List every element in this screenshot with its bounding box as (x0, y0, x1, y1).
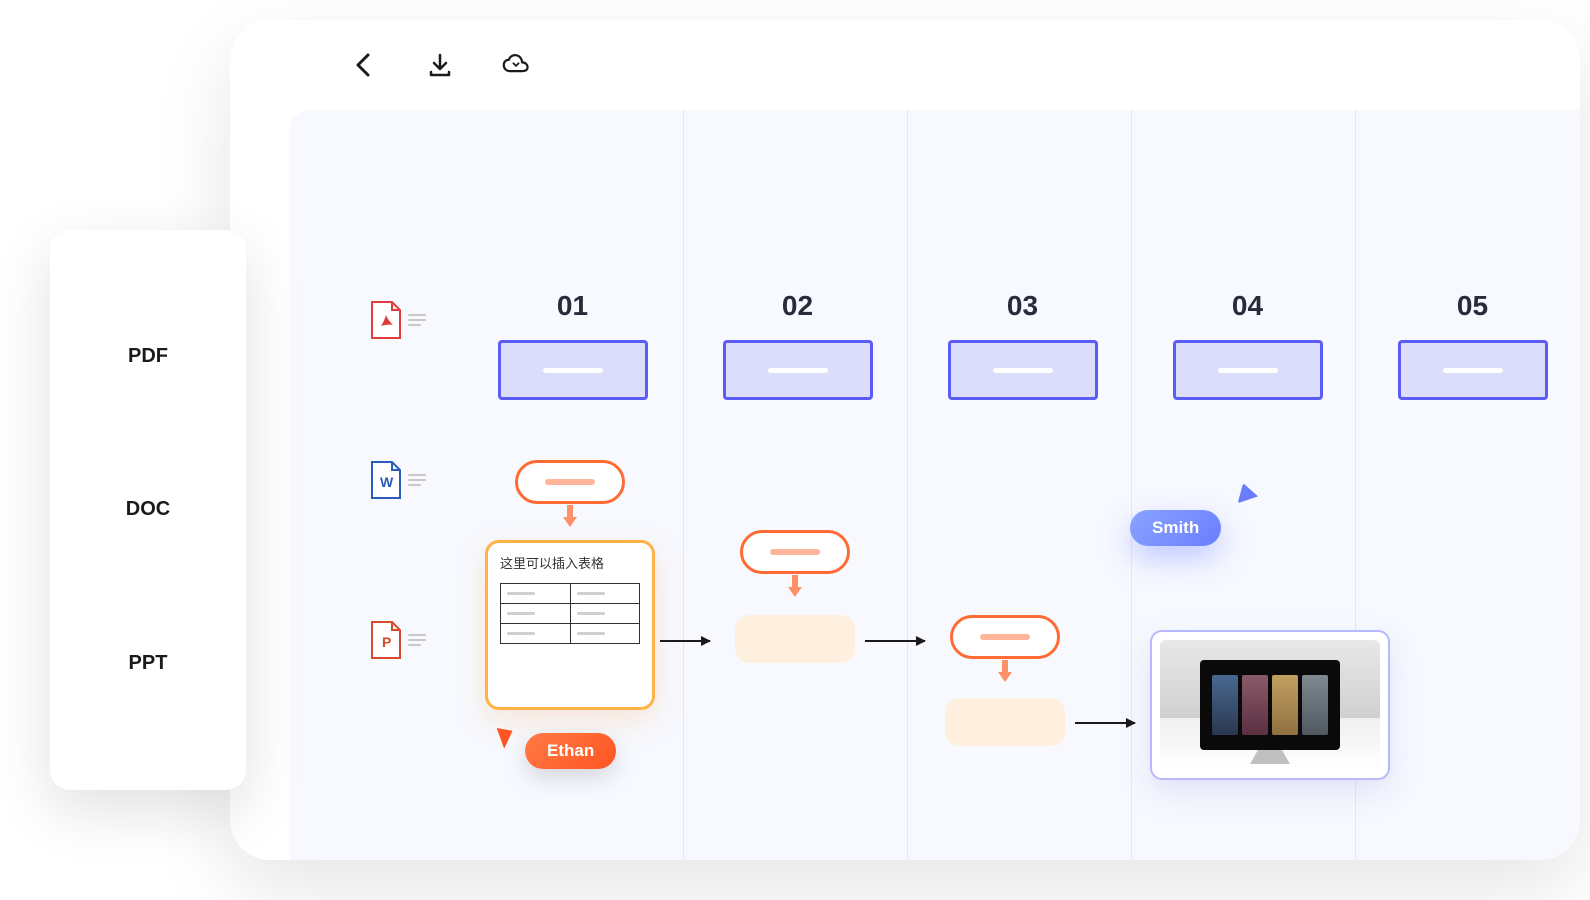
back-button[interactable] (350, 51, 378, 79)
column-header-05: 05 (1360, 290, 1580, 400)
column-header-03: 03 (910, 290, 1135, 400)
file-type-icons: W P (370, 300, 426, 660)
column-box[interactable] (948, 340, 1098, 400)
column-number: 03 (910, 290, 1135, 322)
mini-table (500, 583, 640, 644)
cursor-icon (1238, 483, 1261, 508)
arrow-icon (1075, 722, 1135, 724)
svg-text:W: W (380, 474, 394, 490)
arrow-down-icon (998, 660, 1012, 682)
flow-soft-node[interactable] (735, 615, 855, 663)
doc-file-icon: W (370, 460, 426, 500)
column-box[interactable] (723, 340, 873, 400)
main-canvas-window: W P 01 (230, 20, 1580, 860)
sidebar-item-ppt[interactable]: PPT (129, 652, 168, 675)
column-number: 01 (460, 290, 685, 322)
column-box[interactable] (498, 340, 648, 400)
flow-pill-node[interactable] (515, 460, 625, 504)
export-format-sidebar: PDF DOC PPT (50, 230, 246, 790)
pdf-file-icon (370, 300, 426, 340)
sidebar-item-doc[interactable]: DOC (126, 498, 170, 521)
svg-text:P: P (382, 634, 391, 650)
toolbar (230, 20, 1580, 110)
column-header-01: 01 (460, 290, 685, 400)
diagram-canvas[interactable]: W P 01 (290, 110, 1580, 860)
download-button[interactable] (426, 51, 454, 79)
column-number: 05 (1360, 290, 1580, 322)
flow-pill-node[interactable] (950, 615, 1060, 659)
column-header-02: 02 (685, 290, 910, 400)
column-number: 02 (685, 290, 910, 322)
flow-pill-node[interactable] (740, 530, 850, 574)
column-box[interactable] (1398, 340, 1548, 400)
user-badge-smith: Smith (1130, 510, 1221, 546)
arrow-down-icon (788, 575, 802, 597)
image-preview-card[interactable] (1150, 630, 1390, 780)
flow-soft-node[interactable] (945, 698, 1065, 746)
sidebar-item-pdf[interactable]: PDF (128, 345, 168, 368)
arrow-icon (865, 640, 925, 642)
cursor-icon (497, 723, 518, 748)
monitor-icon (1200, 660, 1340, 750)
table-card-text: 这里可以插入表格 (500, 555, 640, 573)
table-insert-card[interactable]: 这里可以插入表格 (485, 540, 655, 710)
arrow-down-icon (563, 505, 577, 527)
column-header-04: 04 (1135, 290, 1360, 400)
arrow-icon (660, 640, 710, 642)
cloud-sync-button[interactable] (502, 51, 530, 79)
flow-diagram: 这里可以插入表格 Ethan (460, 440, 1580, 860)
user-badge-ethan: Ethan (525, 733, 616, 769)
column-box[interactable] (1173, 340, 1323, 400)
image-placeholder (1160, 640, 1380, 770)
ppt-file-icon: P (370, 620, 426, 660)
column-number: 04 (1135, 290, 1360, 322)
